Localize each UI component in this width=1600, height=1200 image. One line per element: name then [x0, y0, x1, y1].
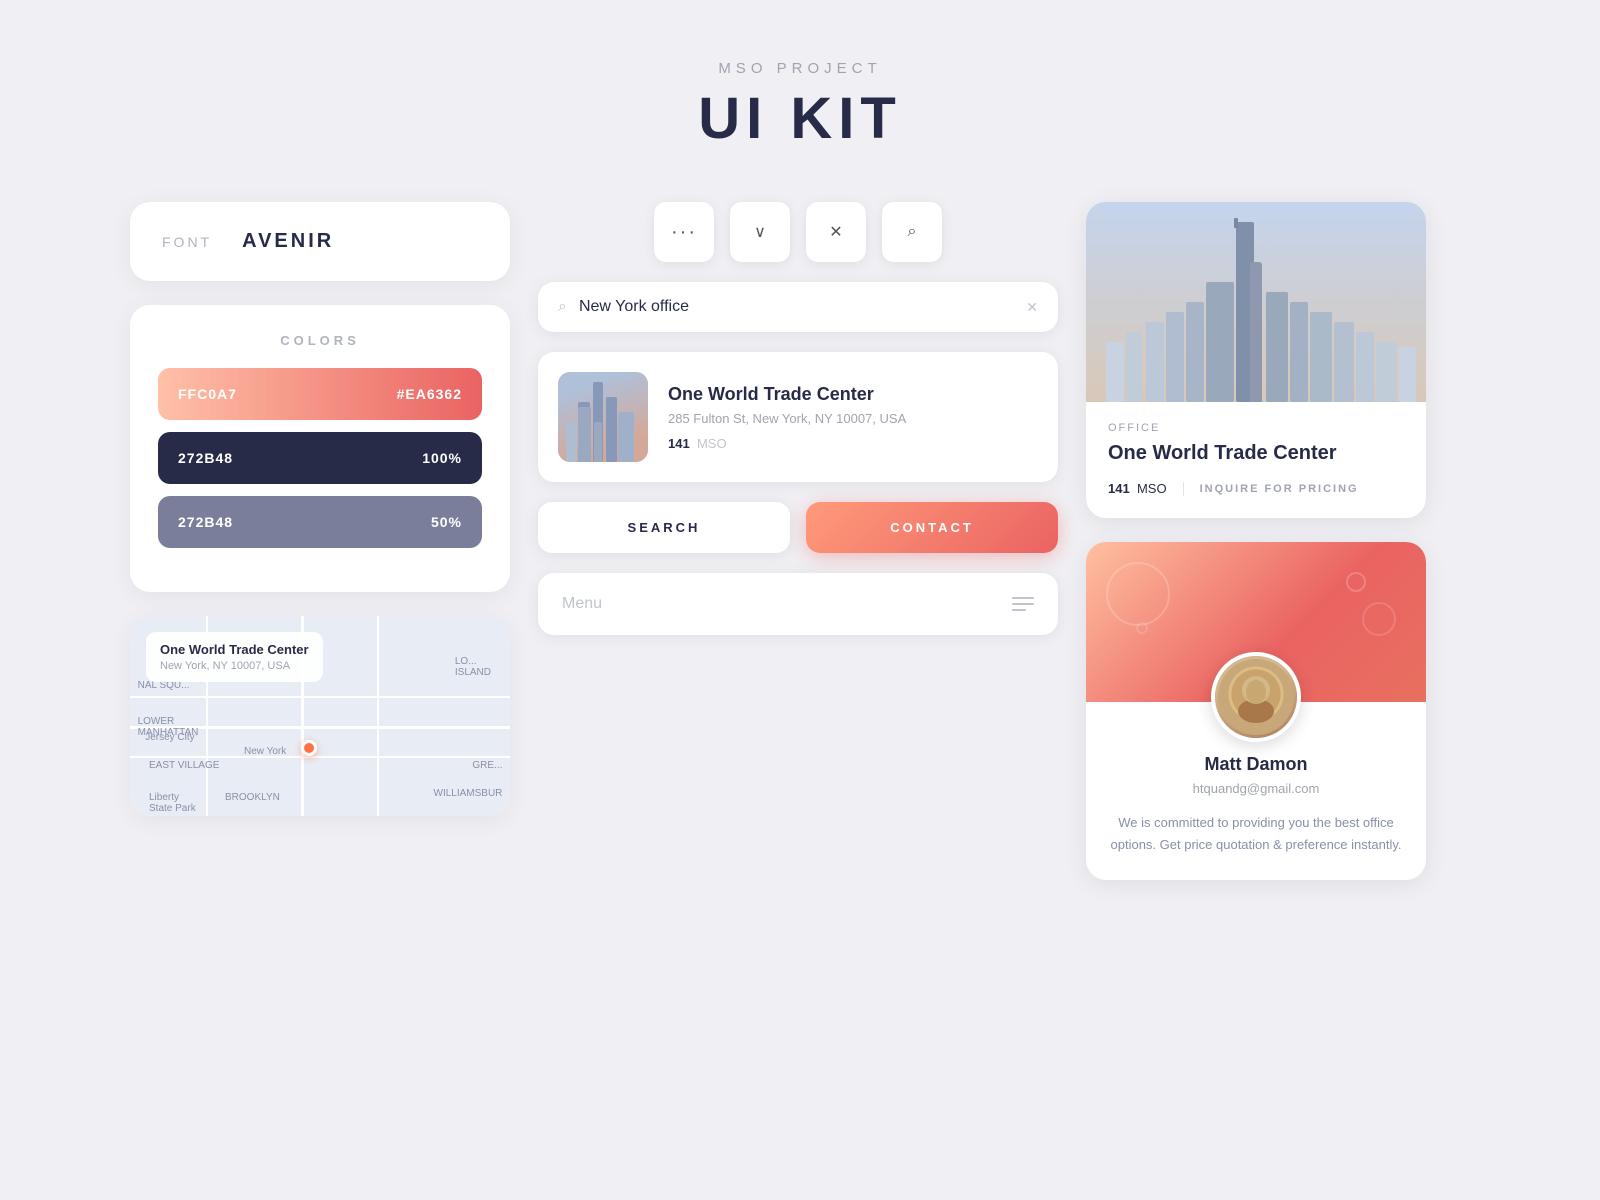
search-button-icon[interactable]: ⌕: [882, 202, 942, 262]
menu-card[interactable]: Menu: [538, 573, 1058, 635]
map-label: WILLIAMSBUR: [434, 788, 503, 799]
color-swatch-mid: 272B48 50%: [158, 496, 482, 548]
search-icon: ⌕: [908, 223, 917, 241]
result-mso-label: MSO: [697, 436, 727, 451]
hamburger-icon[interactable]: [1012, 597, 1034, 611]
astronaut-illustration: [1215, 656, 1297, 738]
result-mso-count: 141: [668, 436, 690, 451]
color-swatch-gradient: FFC0A7 #EA6362: [158, 368, 482, 420]
main-grid: FONT AVENIR COLORS FFC0A7 #EA6362 272B48…: [130, 202, 1470, 880]
colors-card: COLORS FFC0A7 #EA6362 272B48 100% 272B48…: [130, 305, 510, 592]
office-name: One World Trade Center: [1108, 442, 1404, 465]
font-card: FONT AVENIR: [130, 202, 510, 281]
search-query[interactable]: New York office: [579, 298, 1014, 316]
swatch-mid-left: 272B48: [178, 514, 233, 530]
hamburger-line-2: [1012, 603, 1034, 605]
result-meta: 141 MSO: [668, 436, 1038, 451]
left-column: FONT AVENIR COLORS FFC0A7 #EA6362 272B48…: [130, 202, 510, 880]
right-column: OFFICE One World Trade Center 141 MSO IN…: [1086, 202, 1426, 880]
icon-buttons-row: ··· ∨ ✕ ⌕: [538, 202, 1058, 262]
map-card: NAL SQU... LO...ISLAND LOWERMANHATTAN GR…: [130, 616, 510, 816]
dropdown-button[interactable]: ∨: [730, 202, 790, 262]
search-bar[interactable]: ⌕ New York office ✕: [538, 282, 1058, 332]
map-place-overlay: One World Trade Center New York, NY 1000…: [146, 632, 323, 682]
office-info: OFFICE One World Trade Center 141 MSO IN…: [1086, 402, 1426, 518]
result-address: 285 Fulton St, New York, NY 10007, USA: [668, 411, 1038, 426]
map-label: Jersey City: [145, 732, 194, 743]
office-pricing: INQUIRE FOR PRICING: [1200, 483, 1359, 495]
deco-circle-sm: [1136, 622, 1148, 634]
result-info: One World Trade Center 285 Fulton St, Ne…: [668, 384, 1038, 451]
result-image: [558, 372, 648, 462]
page-header: MSO PROJECT UI KIT: [698, 60, 902, 152]
hamburger-line-1: [1012, 597, 1034, 599]
map-label: LO...ISLAND: [455, 656, 491, 678]
result-name: One World Trade Center: [668, 384, 1038, 405]
map-label: LibertyState Park: [149, 792, 196, 814]
action-buttons: SEARCH CONTACT: [538, 502, 1058, 553]
office-image: [1086, 202, 1426, 402]
color-swatch-dark: 272B48 100%: [158, 432, 482, 484]
search-icon-small: ⌕: [558, 298, 567, 316]
office-card: OFFICE One World Trade Center 141 MSO IN…: [1086, 202, 1426, 518]
font-label: FONT: [162, 234, 212, 250]
swatch-dark-left: 272B48: [178, 450, 233, 466]
map-label: EAST VILLAGE: [149, 760, 219, 771]
map-place-name: One World Trade Center: [160, 642, 309, 657]
hamburger-line-3: [1012, 609, 1026, 611]
map-road: [130, 696, 510, 698]
font-name: AVENIR: [242, 230, 334, 253]
deco-circle: [1346, 572, 1366, 592]
map-place-address: New York, NY 10007, USA: [160, 660, 309, 672]
avatar-inner: [1215, 656, 1297, 738]
center-column: ··· ∨ ✕ ⌕ ⌕ New York office ✕: [538, 202, 1058, 880]
office-mso-count: 141: [1108, 481, 1130, 496]
office-mso-label: MSO: [1137, 481, 1167, 496]
more-button[interactable]: ···: [654, 202, 714, 262]
map-road: [130, 756, 510, 758]
building-illustration: [558, 372, 648, 462]
map-label: BROOKLYN: [225, 792, 280, 803]
search-result-card: One World Trade Center 285 Fulton St, Ne…: [538, 352, 1058, 482]
map-road: [377, 616, 379, 816]
close-icon: ✕: [829, 222, 842, 242]
swatch-mid-right: 50%: [431, 514, 462, 530]
profile-description: We is committed to providing you the bes…: [1108, 812, 1404, 856]
search-clear-icon[interactable]: ✕: [1026, 299, 1038, 316]
map-background: NAL SQU... LO...ISLAND LOWERMANHATTAN GR…: [130, 616, 510, 816]
nyc-skyline-svg: [1086, 202, 1426, 402]
profile-name: Matt Damon: [1108, 754, 1404, 775]
map-location-dot: [301, 740, 317, 756]
swatch-right-label: #EA6362: [397, 386, 462, 402]
header-subtitle: MSO PROJECT: [698, 60, 902, 77]
swatch-left-label: FFC0A7: [178, 386, 237, 402]
meta-divider: [1183, 482, 1184, 496]
profile-banner: [1086, 542, 1426, 702]
map-label: New York: [244, 746, 286, 757]
chevron-down-icon: ∨: [754, 222, 766, 242]
menu-label: Menu: [562, 595, 602, 613]
office-category: OFFICE: [1108, 422, 1404, 434]
result-image-inner: [558, 372, 648, 462]
office-meta: 141 MSO INQUIRE FOR PRICING: [1108, 481, 1404, 496]
header-title: UI KIT: [698, 85, 902, 152]
more-icon: ···: [671, 221, 697, 244]
swatch-dark-right: 100%: [422, 450, 462, 466]
office-mso: 141 MSO: [1108, 481, 1167, 496]
search-action-button[interactable]: SEARCH: [538, 502, 790, 553]
colors-title: COLORS: [158, 333, 482, 348]
profile-card: Matt Damon htquandg@gmail.com We is comm…: [1086, 542, 1426, 880]
profile-avatar: [1211, 652, 1301, 742]
profile-email: htquandg@gmail.com: [1108, 781, 1404, 796]
map-label: GRE...: [472, 760, 502, 771]
contact-action-button[interactable]: CONTACT: [806, 502, 1058, 553]
close-button[interactable]: ✕: [806, 202, 866, 262]
